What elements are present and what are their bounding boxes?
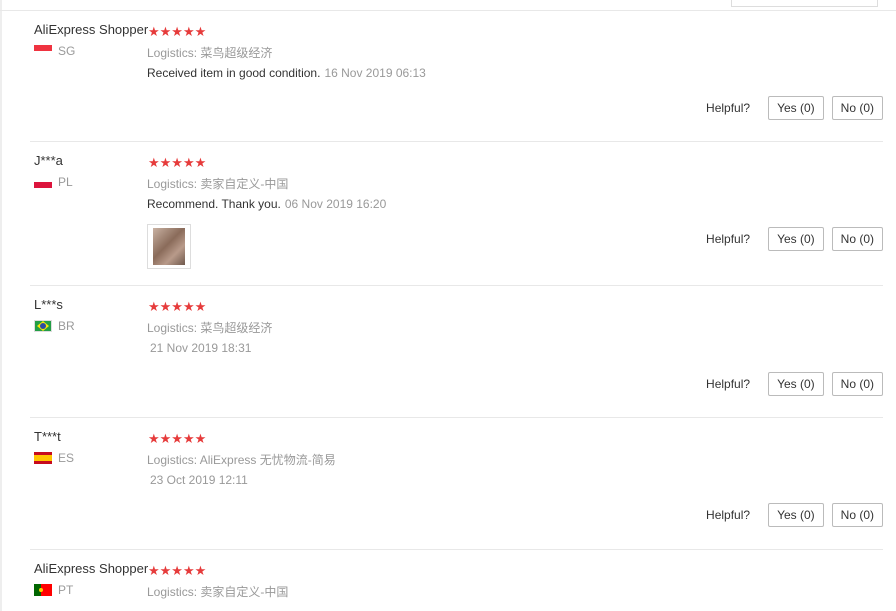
reviewer-country: PL	[34, 175, 73, 189]
logistics-info: Logistics: 卖家自定义-中国	[147, 177, 289, 191]
star-rating: ★★★★★	[148, 155, 207, 170]
review-photo	[153, 228, 185, 265]
review-photo-thumbnail[interactable]	[147, 224, 191, 269]
review-date: 06 Nov 2019 16:20	[284, 197, 387, 211]
helpful-no-button[interactable]: No (0)	[831, 96, 883, 120]
helpful-controls: Helpful? Yes (0) No (0)	[706, 96, 883, 120]
flag-es-icon	[34, 452, 52, 464]
helpful-no-button[interactable]: No (0)	[831, 503, 883, 527]
logistics-info: Logistics: 菜鸟超级经济	[147, 321, 273, 335]
helpful-label: Helpful?	[706, 101, 751, 115]
reviewer-name: L***s	[34, 297, 63, 312]
reviewer-name: J***a	[34, 153, 63, 168]
review-item: J***a PL ★★★★★ Logistics: 卖家自定义-中国 Recom…	[30, 142, 883, 286]
reviewer-country: BR	[34, 319, 75, 333]
review-item: AliExpress Shopper SG ★★★★★ Logistics: 菜…	[30, 11, 883, 142]
review-item: AliExpress Shopper PT ★★★★★ Logistics: 卖…	[30, 550, 883, 611]
country-code: SG	[58, 44, 76, 58]
helpful-controls: Helpful? Yes (0) No (0)	[706, 227, 883, 251]
review-date: 21 Nov 2019 18:31	[150, 341, 252, 355]
logistics-info: Logistics: 卖家自定义-中国	[147, 585, 289, 599]
helpful-controls: Helpful? Yes (0) No (0)	[706, 503, 883, 527]
reviewer-name: T***t	[34, 429, 61, 444]
top-input[interactable]	[731, 0, 878, 7]
helpful-controls: Helpful? Yes (0) No (0)	[706, 372, 883, 396]
left-gutter	[0, 0, 2, 611]
helpful-yes-button[interactable]: Yes (0)	[768, 96, 824, 120]
reviewer-name: AliExpress Shopper	[34, 561, 149, 576]
helpful-label: Helpful?	[706, 508, 751, 522]
flag-br-icon	[34, 320, 52, 332]
review-item: L***s BR ★★★★★ Logistics: 菜鸟超级经济 21 Nov …	[30, 286, 883, 418]
flag-sg-icon	[34, 45, 52, 57]
helpful-yes-button[interactable]: Yes (0)	[768, 372, 824, 396]
star-rating: ★★★★★	[148, 563, 207, 578]
review-date: 16 Nov 2019 06:13	[324, 66, 426, 80]
feedback-body: Recommend. Thank you.	[147, 197, 281, 211]
flag-pl-icon	[34, 176, 52, 188]
helpful-yes-button[interactable]: Yes (0)	[768, 227, 824, 251]
reviewer-country: ES	[34, 451, 74, 465]
helpful-label: Helpful?	[706, 232, 751, 246]
star-rating: ★★★★★	[148, 24, 207, 39]
reviewer-country: PT	[34, 583, 73, 597]
helpful-no-button[interactable]: No (0)	[831, 227, 883, 251]
star-rating: ★★★★★	[148, 299, 207, 314]
logistics-info: Logistics: 菜鸟超级经济	[147, 46, 273, 60]
feedback-text: Recommend. Thank you. 06 Nov 2019 16:20	[147, 197, 386, 211]
logistics-info: Logistics: AliExpress 无忧物流-简易	[147, 453, 336, 467]
review-item: T***t ES ★★★★★ Logistics: AliExpress 无忧物…	[30, 418, 883, 550]
country-code: PT	[58, 583, 74, 597]
helpful-label: Helpful?	[706, 377, 751, 391]
helpful-no-button[interactable]: No (0)	[831, 372, 883, 396]
flag-pt-icon	[34, 584, 52, 596]
helpful-yes-button[interactable]: Yes (0)	[768, 503, 824, 527]
feedback-text: Received item in good condition. 16 Nov 2…	[147, 66, 426, 80]
reviewer-name: AliExpress Shopper	[34, 22, 149, 37]
review-date: 23 Oct 2019 12:11	[150, 473, 248, 487]
country-code: BR	[58, 319, 75, 333]
feedback-body: Received item in good condition.	[147, 66, 321, 80]
reviewer-country: SG	[34, 44, 75, 58]
star-rating: ★★★★★	[148, 431, 207, 446]
country-code: ES	[58, 451, 75, 465]
country-code: PL	[58, 175, 73, 189]
